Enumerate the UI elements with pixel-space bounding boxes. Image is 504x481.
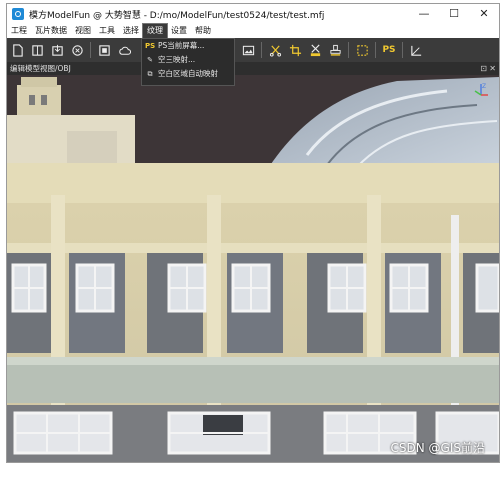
cloud-icon[interactable] [117,43,131,57]
stamp-icon[interactable] [328,43,342,57]
pen-icon: ✎ [147,56,153,64]
crop-icon[interactable] [288,43,302,57]
close-circle-icon[interactable] [70,43,84,57]
toolbar-separator [90,42,91,58]
menu-tools[interactable]: 工具 [95,24,119,38]
menu-select[interactable]: 选择 [119,24,143,38]
panel-close-button[interactable]: ✕ [489,62,496,75]
app-window: 模方ModelFun @ 大势智慧 - D:/mo/ModelFun/test0… [6,3,500,463]
menu-view[interactable]: 视图 [71,24,95,38]
copy-area-icon: ⧉ [147,70,153,78]
menu-item-label: 空三映射... [158,55,196,64]
panel-header: 编辑模型视图/OBJ ⊡ ✕ [7,62,499,75]
toolbar-separator [402,42,403,58]
menu-item-label: PS当前屏幕... [158,41,205,50]
panel-float-button[interactable]: ⊡ [480,62,487,75]
menu-bar: 工程 瓦片数据 视图 工具 选择 纹理 设置 帮助 [7,23,499,39]
layout-icon[interactable] [30,43,44,57]
maximize-button[interactable]: ☐ [439,4,469,24]
model-viewport[interactable]: Z CSDN @GIS前沿 [7,75,499,462]
close-button[interactable]: ✕ [469,4,499,24]
axis-angle-icon[interactable] [409,43,423,57]
toolbar-separator [375,42,376,58]
menu-item-auto-fill-mapping[interactable]: ⧉ 空白区域自动映射 [142,67,234,81]
building-model-render [7,75,499,462]
window-title: 模方ModelFun @ 大势智慧 - D:/mo/ModelFun/test0… [29,10,325,21]
import-icon[interactable] [50,43,64,57]
select-rect-icon[interactable] [355,43,369,57]
toolbar: PS [7,38,499,62]
menu-item-ps-screen[interactable]: PS PS当前屏幕... [142,39,234,53]
toolbar-separator [348,42,349,58]
menu-tile-data[interactable]: 瓦片数据 [31,24,71,38]
menu-item-aerial-mapping[interactable]: ✎ 空三映射... [142,53,234,67]
new-file-icon[interactable] [10,43,24,57]
texture-dropdown-menu: PS PS当前屏幕... ✎ 空三映射... ⧉ 空白区域自动映射 [141,38,235,86]
menu-texture[interactable]: 纹理 [142,23,168,39]
watermark-text: CSDN @GIS前沿 [390,441,485,455]
toolbar-separator [261,42,262,58]
image-icon[interactable] [241,43,255,57]
photoshop-icon: PS [145,42,156,50]
panel-title: 编辑模型视图/OBJ [10,64,71,73]
menu-help[interactable]: 帮助 [191,24,215,38]
title-bar: 模方ModelFun @ 大势智慧 - D:/mo/ModelFun/test0… [7,4,499,24]
minimize-button[interactable]: — [409,4,439,24]
photoshop-icon[interactable]: PS [382,43,396,57]
paint-select-icon[interactable] [308,43,322,57]
menu-item-label: 空白区域自动映射 [158,69,218,78]
axis-gizmo-icon: Z [474,83,488,96]
menu-settings[interactable]: 设置 [167,24,191,38]
menu-project[interactable]: 工程 [7,24,31,38]
axis-z-label: Z [482,83,486,90]
app-logo-icon [12,8,24,20]
cut-icon[interactable] [268,43,282,57]
stop-square-icon[interactable] [97,43,111,57]
